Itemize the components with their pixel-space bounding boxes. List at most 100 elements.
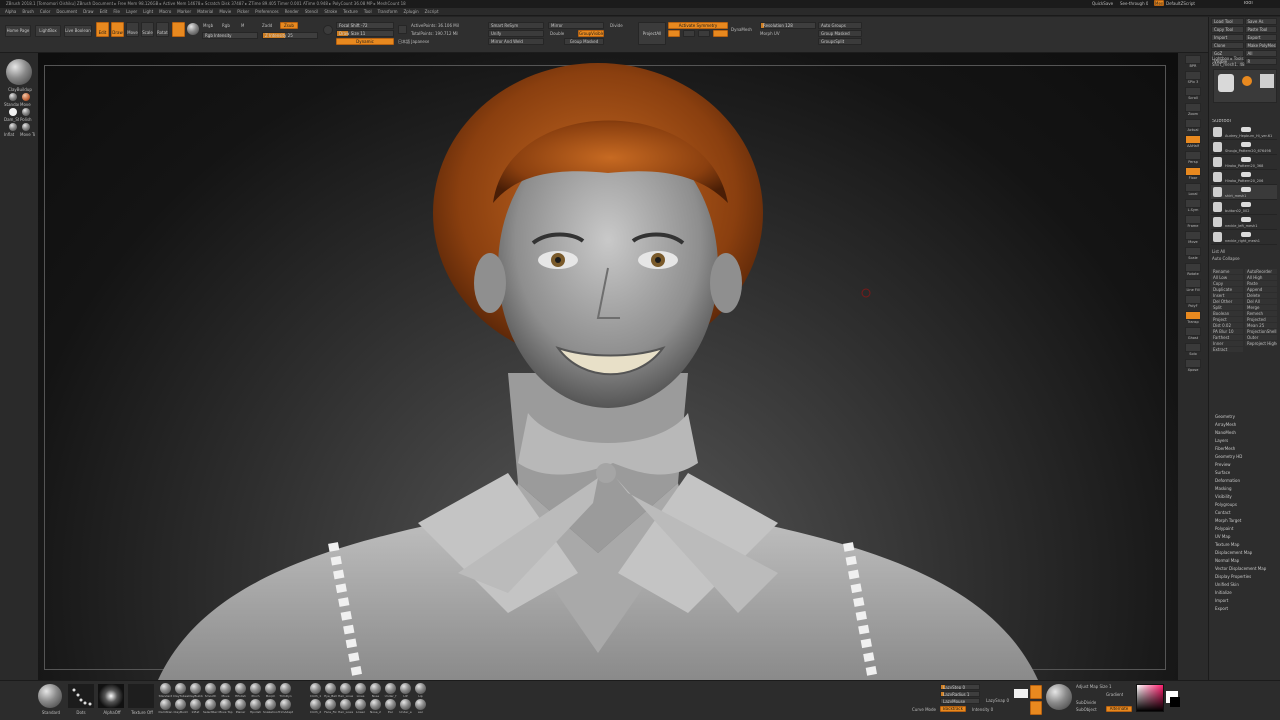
brush-slot[interactable]: Lip	[413, 683, 428, 699]
dynamesh-label[interactable]: DynaMesh	[731, 27, 752, 32]
view-button[interactable]: BPR	[1181, 55, 1205, 70]
subtool-action[interactable]: Delete	[1245, 293, 1277, 298]
view-button[interactable]: Actual	[1181, 119, 1205, 134]
language-label[interactable]: 日本語 Japanese	[398, 39, 429, 44]
brush-slot[interactable]: Planar	[233, 699, 248, 715]
view-button[interactable]: Xpose	[1181, 359, 1205, 374]
brush-slot[interactable]: Lines	[353, 683, 368, 699]
brush-movetop-icon[interactable]	[22, 123, 30, 131]
visibility-toggle-icon[interactable]	[1241, 157, 1251, 162]
menu-item[interactable]: Zplugin	[404, 9, 419, 14]
brush-slot[interactable]: Hair_Lower	[338, 699, 353, 715]
brush-standard-icon[interactable]	[9, 93, 17, 101]
list-all-button[interactable]: List All	[1212, 249, 1225, 254]
view-button[interactable]: Persp	[1181, 151, 1205, 166]
subtool-action[interactable]: Boolean	[1211, 311, 1243, 316]
mirror-and-weld-button[interactable]: Mirror And Weld	[488, 38, 544, 45]
view-button[interactable]: Ghost	[1181, 327, 1205, 342]
palette-item[interactable]: Masking	[1211, 485, 1277, 493]
move-button[interactable]: Move	[126, 22, 139, 37]
brush-slot[interactable]: Under_f	[383, 683, 398, 699]
color-picker[interactable]	[1136, 684, 1164, 712]
menu-item[interactable]: Alpha	[5, 9, 16, 14]
view-button[interactable]: Rotate	[1181, 263, 1205, 278]
see-through-slider[interactable]: See-through 0	[1120, 1, 1148, 6]
brush-slot[interactable]: ear	[413, 699, 428, 715]
focal-shift-slider[interactable]: Focal Shift -72	[336, 22, 394, 29]
zsub-button[interactable]: Zsub	[280, 22, 298, 29]
subtool-row[interactable]: button02_002	[1211, 200, 1277, 215]
material-preview[interactable]	[1046, 684, 1072, 710]
menu-item[interactable]: Stroke	[324, 9, 337, 14]
subobject-label[interactable]: SubObject	[1076, 707, 1097, 712]
menu-item[interactable]: Macro	[159, 9, 171, 14]
texture-swatch[interactable]	[187, 23, 199, 35]
subtool-action[interactable]: Copy	[1211, 281, 1243, 286]
brush-slot[interactable]: ClayBuildup	[188, 683, 203, 699]
brush-slot[interactable]: Snakehook	[263, 699, 278, 715]
subtool-action[interactable]: Farthest	[1211, 335, 1243, 340]
visibility-toggle-icon[interactable]	[1241, 187, 1251, 192]
brush-slot[interactable]: Under_e	[398, 699, 413, 715]
group-visible-button[interactable]: GroupVisible	[578, 30, 604, 37]
subtool-action[interactable]: Paste	[1245, 281, 1277, 286]
subtool-action[interactable]: Del Other	[1211, 299, 1243, 304]
subtool-row[interactable]: neckle_right_mesh1	[1211, 230, 1277, 245]
menu-item[interactable]: Marker	[177, 9, 191, 14]
auto-groups-button[interactable]: Auto Groups	[818, 22, 862, 29]
subtool-row[interactable]: Hiroko_Pattern20_206	[1211, 170, 1277, 185]
draw-size-slider[interactable]: Draw Size 11	[336, 30, 394, 37]
subtool-row[interactable]: Audrey_Hepburn_Hi_ver.61	[1211, 125, 1277, 140]
z-intensity-slider[interactable]: Z Intensity 25	[262, 32, 318, 39]
m-label[interactable]: M	[241, 23, 244, 28]
morph-uv-label[interactable]: Morph UV	[760, 31, 780, 36]
visibility-toggle-icon[interactable]	[1241, 172, 1251, 177]
menu-item[interactable]: Light	[143, 9, 153, 14]
brush-slot[interactable]: ClayBuild	[173, 699, 188, 715]
skin-material-icon[interactable]	[22, 93, 30, 101]
view-button[interactable]: AAHalf	[1181, 135, 1205, 150]
subtool-action[interactable]: AutoReorder	[1245, 269, 1277, 274]
palette-item[interactable]: UV Map	[1211, 533, 1277, 541]
viewport-canvas[interactable]	[38, 53, 1178, 680]
lazy-step-slider[interactable]: LazyStep 0	[940, 684, 980, 690]
view-button[interactable]: Transp	[1181, 311, 1205, 326]
lightbox-button[interactable]: LightBox	[35, 25, 61, 37]
brush-slot[interactable]: Move Top	[218, 699, 233, 715]
brush-slot[interactable]: Smooth	[203, 683, 218, 699]
record-icon[interactable]	[1030, 701, 1042, 715]
palette-item[interactable]: Geometry	[1211, 413, 1277, 421]
palette-item[interactable]: NanoMesh	[1211, 429, 1277, 437]
subtool-action[interactable]: Rename	[1211, 269, 1243, 274]
palette-item[interactable]: Unified Skin	[1211, 581, 1277, 589]
subtool-action[interactable]: Insert	[1211, 293, 1243, 298]
alternate-button[interactable]: Alternate	[1106, 706, 1132, 712]
edit-button[interactable]: Edit	[96, 22, 109, 37]
quicksave-button[interactable]: QuickSave	[1092, 1, 1113, 6]
texture-off-icon[interactable]	[128, 684, 154, 708]
brush-slot[interactable]: HPolish	[233, 683, 248, 699]
view-button[interactable]: Local	[1181, 183, 1205, 198]
palette-item[interactable]: Morph Target	[1211, 517, 1277, 525]
backtrack-button[interactable]: Backtrack	[940, 706, 966, 712]
subtool-action[interactable]: ProjectionShell 0	[1245, 329, 1277, 334]
menu-item[interactable]: Preferences	[255, 9, 279, 14]
stroke-dots-icon[interactable]	[68, 684, 94, 708]
mrgb-label[interactable]: Mrgb	[203, 23, 213, 28]
tool-button[interactable]: Save As	[1244, 18, 1277, 25]
brush-slot[interactable]: DamStan	[158, 699, 173, 715]
auto-collapse-button[interactable]: Auto Collapse	[1212, 256, 1240, 261]
brush-slot[interactable]: ClayTubes	[173, 683, 188, 699]
brush-slot[interactable]: Standard	[158, 683, 173, 699]
sculpt-model[interactable]	[38, 53, 1178, 680]
menu-item[interactable]: Render	[285, 9, 299, 14]
subtool-row[interactable]: Shoujo_Pattern20_676498	[1211, 140, 1277, 155]
subtool-action[interactable]: Inner	[1211, 341, 1243, 346]
palette-item[interactable]: Polypaint	[1211, 525, 1277, 533]
unify-button[interactable]: Unify	[488, 30, 544, 37]
view-button[interactable]: Move	[1181, 231, 1205, 246]
tool-button[interactable]: Export	[1244, 34, 1277, 41]
palette-item[interactable]: Vector Displacement Map	[1211, 565, 1277, 573]
brush-slot[interactable]: Hpolish	[248, 699, 263, 715]
brush-slot[interactable]: SelectRect	[203, 699, 218, 715]
